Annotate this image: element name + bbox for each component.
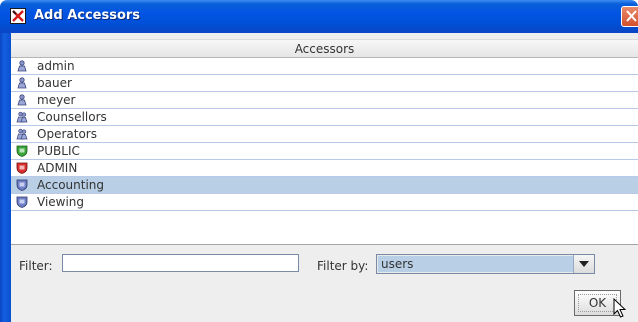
list-item-label: Operators	[37, 127, 97, 141]
filter-by-label: Filter by:	[317, 259, 369, 273]
list-item-label: Counsellors	[37, 110, 107, 124]
window-title: Add Accessors	[34, 8, 141, 23]
list-item-label: meyer	[37, 93, 76, 107]
filter-input[interactable]	[62, 254, 299, 272]
app-icon	[10, 8, 26, 24]
list-item-selected[interactable]: Accounting	[11, 177, 638, 194]
chevron-down-icon[interactable]	[573, 255, 594, 273]
focus-ring	[578, 294, 617, 312]
list-item-label: admin	[37, 59, 75, 73]
list-item-label: Accounting	[37, 178, 105, 192]
close-button[interactable]	[621, 6, 638, 27]
list-item[interactable]: meyer	[11, 92, 638, 109]
filter-by-dropdown[interactable]: users	[376, 254, 595, 274]
list-item[interactable]: bauer	[11, 75, 638, 92]
list-item[interactable]: PUBLIC	[11, 143, 638, 160]
list-item-label: bauer	[37, 76, 72, 90]
blue-shield-icon	[16, 179, 28, 191]
filter-label: Filter:	[19, 259, 53, 273]
user-icon	[17, 94, 27, 106]
accessors-list[interactable]: admin bauer meyer Counsellors Operators …	[11, 58, 638, 244]
title-bar[interactable]: Add Accessors	[0, 0, 638, 33]
red-shield-icon	[16, 162, 28, 174]
group-icon	[16, 128, 28, 140]
list-item[interactable]: Counsellors	[11, 109, 638, 126]
column-header-accessors[interactable]: Accessors	[11, 39, 638, 58]
user-icon	[17, 60, 27, 72]
list-item[interactable]: Operators	[11, 126, 638, 143]
list-item-label: ADMIN	[37, 161, 78, 175]
mouse-cursor-icon	[613, 298, 627, 318]
green-shield-icon	[16, 145, 28, 157]
list-item-label: Viewing	[37, 195, 85, 209]
group-icon	[16, 111, 28, 123]
list-item[interactable]: admin	[11, 58, 638, 75]
list-item[interactable]: ADMIN	[11, 160, 638, 177]
dialog-content: Accessors admin bauer meyer Counsellors …	[11, 33, 638, 322]
blue-shield-icon	[16, 196, 28, 208]
list-item-label: PUBLIC	[37, 144, 80, 158]
close-icon	[626, 10, 637, 22]
window-frame-left	[0, 33, 11, 322]
divider	[11, 244, 638, 245]
add-accessors-dialog: Add Accessors Accessors admin bauer meye…	[0, 0, 638, 322]
user-icon	[17, 77, 27, 89]
filter-by-selected-value: users	[378, 256, 573, 272]
list-item[interactable]: Viewing	[11, 194, 638, 211]
